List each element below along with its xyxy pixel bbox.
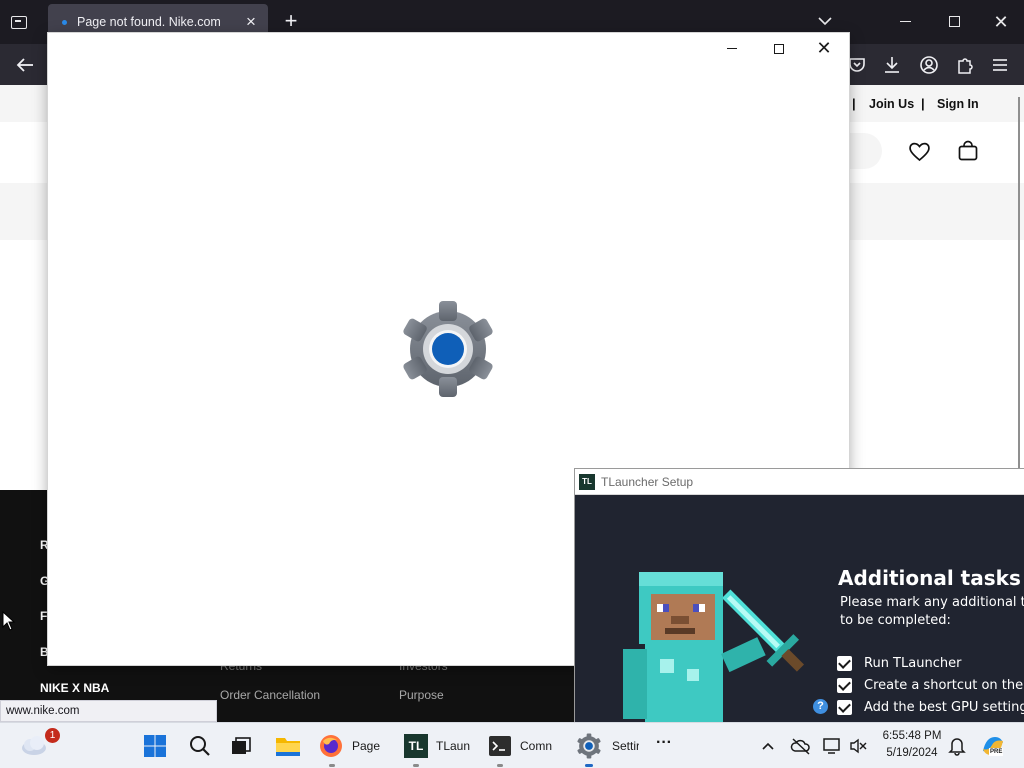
preview-badge: PRE [989, 748, 1004, 756]
checkbox-checked-icon[interactable] [837, 700, 852, 715]
task-label: Add the best GPU settings [864, 700, 1024, 715]
active-indicator [585, 764, 593, 767]
clock-date[interactable]: 5/19/2024 [872, 747, 952, 759]
tab-title: Page not found. Nike.com [77, 15, 221, 29]
tlauncher-description: Please mark any additional ta to be comp… [840, 595, 1024, 628]
cloud-icon [22, 736, 46, 755]
heart-icon[interactable] [907, 139, 932, 163]
taskbar-app-label: Settir [612, 739, 639, 753]
browser-minimize-button[interactable] [900, 21, 911, 22]
pocket-icon[interactable] [846, 54, 868, 76]
footer-link-order-cancellation[interactable]: Order Cancellation [220, 688, 320, 702]
separator: | [852, 96, 856, 111]
tlauncher-heading: Additional tasks [838, 566, 1021, 590]
help-icon[interactable]: ? [813, 699, 828, 714]
chevron-down-icon[interactable] [816, 14, 834, 28]
notification-bell-icon[interactable] [948, 736, 966, 756]
minimize-button[interactable] [727, 48, 737, 49]
favicon-icon [62, 20, 67, 25]
weather-widget[interactable]: 1 [14, 723, 60, 768]
browser-close-button[interactable]: ✕ [991, 12, 1011, 32]
footer-link-purpose[interactable]: Purpose [399, 688, 444, 702]
minecraft-steve-sword-icon [623, 572, 804, 722]
terminal-icon [489, 736, 511, 756]
search-icon[interactable] [188, 734, 212, 758]
firefox-icon [320, 735, 342, 757]
running-indicator [497, 764, 503, 767]
taskbar-app-settings[interactable]: Settir [572, 723, 642, 768]
footer-link-nike-x-nba[interactable]: NIKE X NBA [40, 681, 109, 695]
join-us-link[interactable]: Join Us [869, 97, 914, 111]
tlauncher-setup-window: TL TLauncher Setup Additional tasks Plea… [575, 469, 1024, 722]
sign-in-link[interactable]: Sign In [937, 97, 979, 111]
windows-start-icon[interactable] [143, 734, 167, 758]
taskbar-app-command-prompt[interactable]: Comn [484, 723, 559, 768]
maximize-button[interactable] [774, 44, 784, 54]
bag-icon[interactable] [956, 139, 980, 163]
display-icon[interactable] [822, 736, 842, 756]
tlauncher-title-bar: TL TLauncher Setup [575, 469, 1024, 495]
volume-muted-icon[interactable] [848, 736, 868, 756]
file-explorer-icon[interactable] [275, 734, 301, 758]
clock-time[interactable]: 6:55:48 PM [872, 730, 952, 742]
tab-close-icon[interactable]: × [242, 13, 260, 31]
taskbar-app-label: Comn [520, 739, 552, 753]
taskbar: 1 Page r TL TLaun Comn Settir ··· 6:55:4… [0, 722, 1024, 768]
notification-badge: 1 [45, 728, 60, 743]
copilot-icon[interactable]: PRE [980, 733, 1006, 759]
taskbar-app-firefox[interactable]: Page r [315, 723, 390, 768]
link-status-bar: www.nike.com [0, 700, 217, 722]
extensions-icon[interactable] [954, 54, 976, 76]
scrollbar[interactable] [1018, 97, 1020, 469]
checkbox-checked-icon[interactable] [837, 656, 852, 671]
account-icon[interactable] [918, 54, 940, 76]
cloud-offline-icon[interactable] [790, 736, 812, 756]
menu-icon[interactable] [989, 54, 1011, 76]
tlauncher-icon: TL [404, 734, 428, 758]
task-label: Run TLauncher [864, 656, 962, 671]
download-icon[interactable] [881, 54, 903, 76]
tlauncher-icon: TL [579, 474, 595, 490]
running-indicator [413, 764, 419, 767]
task-view-icon[interactable] [230, 735, 252, 757]
task-label: Create a shortcut on the d [864, 678, 1024, 693]
running-indicator [329, 764, 335, 767]
checkbox-checked-icon[interactable] [837, 678, 852, 693]
separator: | [921, 96, 925, 111]
settings-gear-icon [403, 301, 493, 397]
taskbar-app-label: TLaun [436, 739, 471, 753]
taskbar-app-tlauncher[interactable]: TL TLaun [400, 723, 475, 768]
browser-maximize-button[interactable] [949, 16, 960, 27]
more-apps-button[interactable]: ··· [656, 734, 672, 752]
chevron-up-icon[interactable] [760, 739, 776, 753]
taskbar-app-label: Page r [352, 739, 384, 753]
close-button[interactable]: ✕ [814, 38, 834, 58]
back-arrow-icon[interactable] [14, 54, 36, 76]
window-title: TLauncher Setup [601, 475, 694, 489]
mouse-cursor-icon [2, 611, 16, 631]
new-tab-button[interactable]: + [280, 10, 302, 32]
settings-gear-icon [577, 733, 601, 759]
tab-list-icon[interactable] [8, 11, 30, 33]
footer-link[interactable]: F [40, 609, 47, 623]
